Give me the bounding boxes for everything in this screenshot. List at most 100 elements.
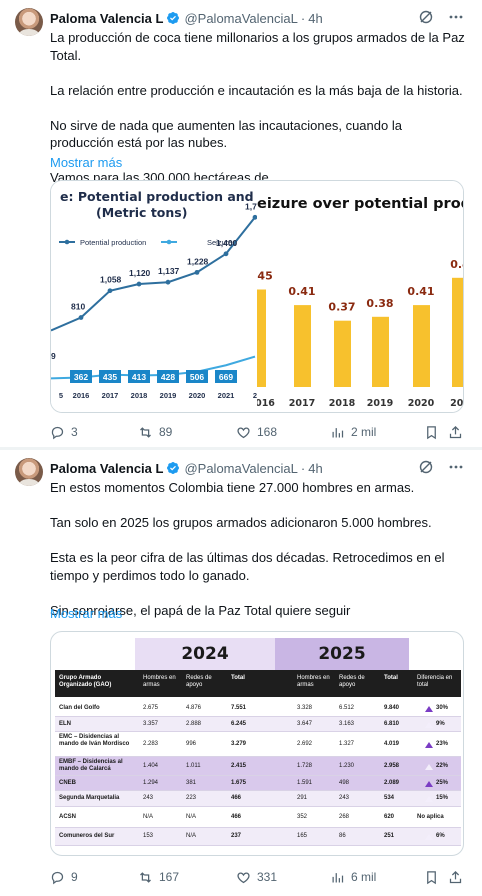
- bookmark-button[interactable]: [424, 867, 439, 887]
- x-tick-label: 2016: [73, 391, 90, 400]
- tweet-text-line: La producción de coca tiene millonarios …: [50, 30, 465, 63]
- like-count: 168: [257, 425, 278, 439]
- diff-cell: No aplica: [417, 813, 444, 820]
- table-cell: 223: [186, 795, 197, 801]
- table-cell: 1.591: [297, 779, 313, 786]
- reply-count: 3: [71, 425, 78, 439]
- bookmark-icon: [427, 870, 436, 884]
- table-cell: 466: [231, 795, 242, 801]
- reply-button[interactable]: 3: [50, 422, 78, 442]
- x-tick-label: 2019: [367, 398, 393, 409]
- tweet-text: En estos momentos Colombia tiene 27.000 …: [50, 479, 468, 619]
- table-cell: 9.840: [384, 705, 400, 711]
- x-tick-label: 2018: [329, 398, 356, 409]
- table-cell: 4.876: [186, 705, 202, 711]
- timestamp[interactable]: 4h: [308, 461, 322, 476]
- col-header-total: Total: [231, 675, 245, 681]
- repost-button[interactable]: 89: [138, 422, 172, 442]
- reply-button[interactable]: 9: [50, 867, 78, 887]
- views-icon: [332, 872, 344, 882]
- author-handle[interactable]: @PalomaValenciaL: [184, 461, 297, 476]
- table-cell: N/A: [186, 833, 197, 839]
- repost-count: 89: [159, 425, 173, 439]
- tweet[interactable]: Paloma Valencia L @PalomaValenciaL · 4h …: [0, 0, 482, 447]
- tweet-text-line: Esta es la peor cifra de las últimas dos…: [50, 550, 445, 583]
- x-tick-label: 2017: [102, 391, 119, 400]
- like-button[interactable]: 168: [236, 422, 277, 442]
- more-icon[interactable]: [448, 9, 464, 25]
- table-cell: 534: [384, 795, 395, 801]
- tweet-actions: 3 89 168 2 mil: [50, 422, 464, 442]
- reply-icon: [51, 426, 64, 439]
- armed-groups-table[interactable]: 2024 2025 Grupo Armado Organizado (GAO) …: [51, 632, 463, 855]
- line-chart-image[interactable]: e: Potential production and seizures (Me…: [51, 181, 257, 413]
- row-name: CNEB: [59, 779, 77, 786]
- data-label: 362: [74, 372, 88, 382]
- tweet[interactable]: Paloma Valencia L @PalomaValenciaL · 4h …: [0, 450, 482, 896]
- separator-dot: ·: [300, 460, 306, 476]
- author-handle[interactable]: @PalomaValenciaL: [184, 11, 297, 26]
- repost-icon: [140, 871, 151, 883]
- table-cell: 2.415: [231, 762, 247, 769]
- data-label: 413: [132, 372, 146, 382]
- share-icon: [449, 425, 462, 438]
- diff-cell: 30%: [436, 705, 449, 711]
- repost-button[interactable]: 167: [138, 867, 179, 887]
- data-label: 428: [161, 372, 175, 382]
- more-icon[interactable]: [448, 459, 464, 475]
- col-header-men: Hombres en armas: [143, 675, 176, 688]
- data-point: [165, 279, 171, 285]
- grok-icon[interactable]: [418, 9, 434, 25]
- bar-value-label: 0.37: [328, 301, 355, 314]
- diff-cell: 9%: [436, 720, 445, 727]
- views-count: 2 mil: [351, 425, 377, 439]
- table-cell: 3.647: [297, 720, 313, 727]
- avatar[interactable]: [15, 8, 43, 36]
- trend-up-icon: [425, 721, 433, 728]
- col-header-nets: Redes de apoyo: [186, 675, 212, 688]
- share-button[interactable]: [448, 422, 463, 442]
- table-cell: 1.294: [143, 779, 159, 786]
- table-cell: 620: [384, 813, 395, 820]
- bar-chart-image[interactable]: eizure over potential producti .45 016 0.4…: [257, 181, 464, 413]
- table-cell: 3.163: [339, 720, 355, 727]
- show-more-link[interactable]: Mostrar más: [50, 155, 122, 170]
- chart-subtitle: (Metric tons): [96, 205, 187, 220]
- table-cell: 2.283: [143, 740, 159, 747]
- views-button[interactable]: 2 mil: [330, 422, 376, 442]
- tweet-media[interactable]: e: Potential production and seizures (Me…: [50, 180, 464, 413]
- table-cell: 268: [339, 813, 350, 820]
- bar: [257, 289, 266, 387]
- data-label: 1,120: [129, 268, 151, 278]
- bar: [413, 305, 430, 387]
- share-button[interactable]: [448, 867, 463, 887]
- x-tick-label: 2020: [408, 398, 435, 409]
- data-point: [136, 281, 142, 287]
- tweet-header: Paloma Valencia L @PalomaValenciaL · 4h: [50, 9, 323, 27]
- views-count: 6 mil: [351, 870, 377, 884]
- like-count: 331: [257, 870, 278, 884]
- tweet-media-table[interactable]: 2024 2025 Grupo Armado Organizado (GAO) …: [50, 631, 464, 856]
- bookmark-button[interactable]: [424, 422, 439, 442]
- x-tick-label: 2018: [131, 391, 148, 400]
- like-button[interactable]: 331: [236, 867, 277, 887]
- author-name[interactable]: Paloma Valencia L: [50, 11, 163, 26]
- table-cell: 1.327: [339, 740, 355, 747]
- bar-value-label: 0.4: [450, 258, 464, 271]
- verified-badge-icon: [167, 462, 180, 474]
- show-more-link[interactable]: Mostrar más: [50, 606, 122, 621]
- row-name: Clan del Golfo: [59, 705, 100, 711]
- avatar[interactable]: [15, 458, 43, 486]
- grok-icon[interactable]: [418, 459, 434, 475]
- timestamp[interactable]: 4h: [308, 11, 322, 26]
- x-tick-label: 2020: [189, 391, 206, 400]
- bar-value-label: .45: [257, 270, 273, 283]
- views-button[interactable]: 6 mil: [330, 867, 376, 887]
- data-label: 1,228: [187, 256, 209, 266]
- table-cell: 996: [186, 740, 197, 747]
- diff-cell: 23%: [436, 740, 449, 747]
- reply-icon: [51, 871, 64, 884]
- author-name[interactable]: Paloma Valencia L: [50, 461, 163, 476]
- table-cell: 243: [339, 795, 350, 801]
- data-label: 1,058: [100, 275, 122, 285]
